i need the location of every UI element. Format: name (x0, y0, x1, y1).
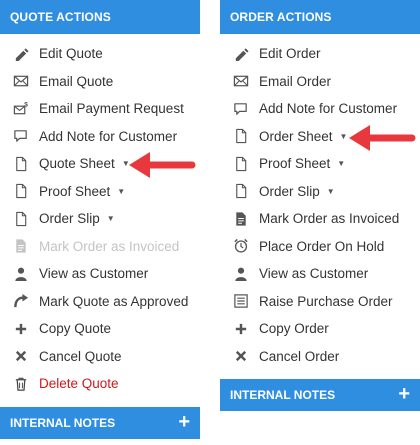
menu-item-label: Mark Order as Invoiced (39, 238, 180, 254)
menu-item-delete-quote[interactable]: Delete Quote (0, 370, 200, 398)
dropdown-caret-icon: ▼ (326, 186, 335, 196)
invoice-document-icon (12, 237, 30, 255)
speech-bubble-icon (232, 100, 250, 118)
menu-item-place-order-on-hold[interactable]: Place Order On Hold (220, 233, 420, 261)
menu-item-label: Delete Quote (39, 376, 119, 392)
envelope-icon (232, 72, 250, 90)
menu-item-label: Proof Sheet (259, 156, 331, 172)
menu-item-add-note-for-customer[interactable]: Add Note for Customer (220, 95, 420, 123)
x-icon (12, 347, 30, 365)
quote-internal-notes-header: INTERNAL NOTES + (0, 407, 200, 439)
envelope-dollar-icon: $ (12, 100, 30, 118)
menu-item-order-slip[interactable]: Order Slip ▼ (0, 205, 200, 233)
envelope-icon (12, 72, 30, 90)
annotation-arrow-icon (129, 152, 196, 178)
menu-item-label: Cancel Order (259, 348, 340, 364)
menu-item-raise-purchase-order[interactable]: Raise Purchase Order (220, 288, 420, 316)
menu-item-order-slip[interactable]: Order Slip ▼ (220, 178, 420, 206)
menu-item-cancel-order[interactable]: Cancel Order (220, 343, 420, 371)
menu-item-mark-order-as-invoiced: Mark Order as Invoiced (0, 233, 200, 261)
menu-item-label: Copy Quote (39, 321, 112, 337)
menu-item-label: Cancel Quote (39, 348, 122, 364)
quote-actions-menu: Edit Quote Email Quote $ Email Payment Requ… (0, 34, 200, 398)
menu-item-cancel-quote[interactable]: Cancel Quote (0, 343, 200, 371)
menu-item-label: Order Slip (259, 183, 320, 199)
curved-arrow-icon (12, 292, 30, 310)
x-icon (232, 347, 250, 365)
internal-notes-title: INTERNAL NOTES (10, 416, 116, 430)
dropdown-caret-icon: ▼ (337, 159, 346, 169)
menu-item-edit-order[interactable]: Edit Order (220, 40, 420, 68)
menu-item-email-payment-request[interactable]: $ Email Payment Request (0, 95, 200, 123)
menu-item-label: Place Order On Hold (259, 238, 385, 254)
menu-item-label: Edit Order (259, 46, 321, 62)
document-icon (12, 182, 30, 200)
menu-item-label: Edit Quote (39, 46, 103, 62)
quote-actions-header: QUOTE ACTIONS (0, 0, 200, 34)
menu-item-label: View as Customer (39, 266, 149, 282)
add-internal-note-button[interactable]: + (398, 379, 410, 409)
menu-item-label: Mark Order as Invoiced (259, 211, 400, 227)
menu-item-label: Quote Sheet (39, 156, 115, 172)
pencil-icon (12, 45, 30, 63)
user-icon (12, 265, 30, 283)
speech-bubble-icon (12, 127, 30, 145)
plus-icon (232, 320, 250, 338)
menu-item-edit-quote[interactable]: Edit Quote (0, 40, 200, 68)
menu-item-copy-quote[interactable]: Copy Quote (0, 315, 200, 343)
user-icon (232, 265, 250, 283)
document-icon (12, 210, 30, 228)
menu-item-email-quote[interactable]: Email Quote (0, 68, 200, 96)
menu-item-add-note-for-customer[interactable]: Add Note for Customer (0, 123, 200, 151)
order-actions-menu: Edit Order Email Order Add Note for Custom… (220, 34, 420, 370)
menu-item-label: Order Slip (39, 211, 100, 227)
alarm-clock-icon (232, 237, 250, 255)
menu-item-label: Add Note for Customer (39, 128, 178, 144)
menu-item-email-order[interactable]: Email Order (220, 68, 420, 96)
order-actions-panel: ORDER ACTIONS Edit Order Email Order Add N… (220, 0, 420, 411)
dropdown-caret-icon: ▼ (106, 214, 115, 224)
svg-text:$: $ (24, 101, 28, 108)
menu-item-mark-order-as-invoiced[interactable]: Mark Order as Invoiced (220, 205, 420, 233)
dropdown-caret-icon: ▼ (117, 186, 126, 196)
order-internal-notes-header: INTERNAL NOTES + (220, 379, 420, 411)
menu-item-label: Email Order (259, 73, 332, 89)
menu-item-copy-order[interactable]: Copy Order (220, 315, 420, 343)
document-icon (12, 155, 30, 173)
menu-item-label: View as Customer (259, 266, 369, 282)
plus-icon (12, 320, 30, 338)
menu-item-label: Copy Order (259, 321, 329, 337)
menu-item-mark-quote-as-approved[interactable]: Mark Quote as Approved (0, 288, 200, 316)
menu-item-label: Proof Sheet (39, 183, 111, 199)
internal-notes-title: INTERNAL NOTES (230, 388, 336, 402)
menu-item-label: Add Note for Customer (259, 101, 398, 117)
order-actions-header: ORDER ACTIONS (220, 0, 420, 34)
quote-actions-panel: QUOTE ACTIONS Edit Quote Email Quote $ Emai… (0, 0, 200, 439)
document-icon (232, 127, 250, 145)
menu-item-label: Order Sheet (259, 128, 333, 144)
menu-item-view-as-customer[interactable]: View as Customer (220, 260, 420, 288)
add-internal-note-button[interactable]: + (178, 407, 190, 437)
annotation-arrow-icon (349, 125, 416, 151)
pencil-icon (232, 45, 250, 63)
trash-icon (12, 375, 30, 393)
menu-item-label: Email Payment Request (39, 101, 184, 117)
menu-item-label: Raise Purchase Order (259, 293, 393, 309)
document-icon (232, 155, 250, 173)
document-icon (232, 182, 250, 200)
menu-item-label: Mark Quote as Approved (39, 293, 189, 309)
menu-item-view-as-customer[interactable]: View as Customer (0, 260, 200, 288)
list-document-icon (232, 292, 250, 310)
menu-item-label: Email Quote (39, 73, 114, 89)
invoice-document-icon (232, 210, 250, 228)
